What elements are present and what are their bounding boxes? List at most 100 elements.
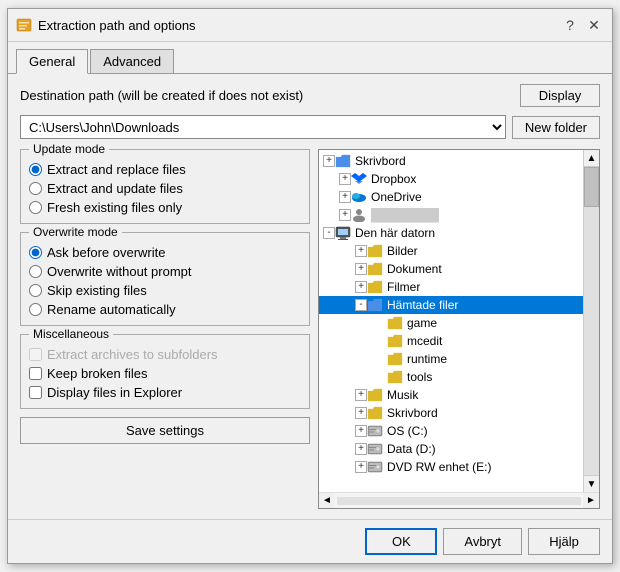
misc-subfolders: Extract archives to subfolders bbox=[29, 347, 301, 362]
overwrite-rename[interactable]: Rename automatically bbox=[29, 302, 301, 317]
tree-body: + Skrivbord+ Dropbox+ OneDrive+ ████████… bbox=[319, 150, 599, 492]
tree-item[interactable]: + Dropbox bbox=[319, 170, 583, 188]
update-fresh-only[interactable]: Fresh existing files only bbox=[29, 200, 301, 215]
dialog-footer: OK Avbryt Hjälp bbox=[8, 519, 612, 563]
tree-item[interactable]: tools bbox=[319, 368, 583, 386]
tab-advanced[interactable]: Advanced bbox=[90, 49, 174, 74]
folder-icon bbox=[387, 315, 403, 331]
help-button[interactable]: ? bbox=[560, 15, 580, 35]
tab-general[interactable]: General bbox=[16, 49, 88, 74]
scroll-up-button[interactable]: ▲ bbox=[584, 150, 600, 167]
expand-icon[interactable]: + bbox=[339, 191, 351, 203]
misc-title: Miscellaneous bbox=[29, 327, 113, 341]
expand-icon[interactable]: + bbox=[355, 407, 367, 419]
tree-item[interactable]: runtime bbox=[319, 350, 583, 368]
expand-icon[interactable]: + bbox=[339, 173, 351, 185]
left-panel: Update mode Extract and replace files Ex… bbox=[20, 149, 310, 509]
folder-icon bbox=[367, 405, 383, 421]
update-mode-group: Update mode Extract and replace files Ex… bbox=[20, 149, 310, 224]
update-mode-title: Update mode bbox=[29, 142, 109, 156]
main-content: Update mode Extract and replace files Ex… bbox=[20, 149, 600, 509]
new-folder-button[interactable]: New folder bbox=[512, 116, 600, 139]
tree-item[interactable]: + ████████ bbox=[319, 206, 583, 224]
misc-group: Miscellaneous Extract archives to subfol… bbox=[20, 334, 310, 409]
dest-path-select[interactable]: C:\Users\John\Downloads bbox=[20, 115, 506, 139]
drive-icon bbox=[367, 423, 383, 439]
title-bar: Extraction path and options ? ✕ bbox=[8, 9, 612, 42]
tree-item[interactable]: + Data (D:) bbox=[319, 440, 583, 458]
tree-item[interactable]: mcedit bbox=[319, 332, 583, 350]
tree-item-label: Filmer bbox=[387, 280, 420, 294]
tree-item[interactable]: + DVD RW enhet (E:) bbox=[319, 458, 583, 476]
dialog: Extraction path and options ? ✕ General … bbox=[7, 8, 613, 564]
cancel-button[interactable]: Avbryt bbox=[443, 528, 522, 555]
tree-item-label: game bbox=[407, 316, 437, 330]
dropbox-icon bbox=[351, 171, 367, 187]
tree-item[interactable]: + OS (C:) bbox=[319, 422, 583, 440]
save-settings-button[interactable]: Save settings bbox=[20, 417, 310, 444]
update-extract-replace[interactable]: Extract and replace files bbox=[29, 162, 301, 177]
scroll-down-button[interactable]: ▼ bbox=[584, 475, 600, 492]
app-icon bbox=[16, 17, 32, 33]
close-button[interactable]: ✕ bbox=[584, 15, 604, 35]
dest-label: Destination path (will be created if doe… bbox=[20, 88, 514, 103]
overwrite-ask[interactable]: Ask before overwrite bbox=[29, 245, 301, 260]
tree-item[interactable]: - Hämtade filer bbox=[319, 296, 583, 314]
tabs: General Advanced bbox=[8, 42, 612, 73]
help-footer-button[interactable]: Hjälp bbox=[528, 528, 600, 555]
expand-icon[interactable]: + bbox=[355, 461, 367, 473]
tree-item[interactable]: + Bilder bbox=[319, 242, 583, 260]
scroll-right-button[interactable]: ► bbox=[583, 493, 599, 509]
overwrite-skip[interactable]: Skip existing files bbox=[29, 283, 301, 298]
folder-blue-icon bbox=[367, 297, 383, 313]
overwrite-mode-options: Ask before overwrite Overwrite without p… bbox=[29, 245, 301, 317]
scrollbar-vertical[interactable]: ▲ ▼ bbox=[583, 150, 599, 492]
folder-icon bbox=[387, 333, 403, 349]
tree-item[interactable]: + Filmer bbox=[319, 278, 583, 296]
user-icon bbox=[351, 207, 367, 223]
expand-icon[interactable]: + bbox=[323, 155, 335, 167]
expand-icon[interactable]: - bbox=[323, 227, 335, 239]
folder-icon bbox=[367, 243, 383, 259]
tree-item[interactable]: + OneDrive bbox=[319, 188, 583, 206]
tree-item-label: Skrivbord bbox=[387, 406, 438, 420]
scrollbar-horizontal[interactable]: ◄ ► bbox=[319, 492, 599, 508]
tree-item[interactable]: + Dokument bbox=[319, 260, 583, 278]
tree-item-label: OneDrive bbox=[371, 190, 422, 204]
misc-options: Extract archives to subfolders Keep brok… bbox=[29, 347, 301, 400]
tree-item[interactable]: game bbox=[319, 314, 583, 332]
tree-item-label: DVD RW enhet (E:) bbox=[387, 460, 491, 474]
folder-music-icon bbox=[367, 387, 383, 403]
tree-item[interactable]: + Skrivbord bbox=[319, 152, 583, 170]
overwrite-without-prompt[interactable]: Overwrite without prompt bbox=[29, 264, 301, 279]
scroll-h-track[interactable] bbox=[337, 497, 581, 505]
expand-icon[interactable]: - bbox=[355, 299, 367, 311]
file-tree-panel: + Skrivbord+ Dropbox+ OneDrive+ ████████… bbox=[318, 149, 600, 509]
display-button[interactable]: Display bbox=[520, 84, 600, 107]
tree-container[interactable]: + Skrivbord+ Dropbox+ OneDrive+ ████████… bbox=[319, 150, 583, 492]
update-mode-options: Extract and replace files Extract and up… bbox=[29, 162, 301, 215]
scroll-left-button[interactable]: ◄ bbox=[319, 493, 335, 509]
expand-icon[interactable]: + bbox=[355, 263, 367, 275]
scroll-thumb[interactable] bbox=[584, 167, 599, 207]
tree-item[interactable]: + Skrivbord bbox=[319, 404, 583, 422]
tree-item-label: Bilder bbox=[387, 244, 418, 258]
expand-icon[interactable]: + bbox=[355, 425, 367, 437]
expand-icon[interactable]: + bbox=[355, 281, 367, 293]
ok-button[interactable]: OK bbox=[365, 528, 437, 555]
tree-item-label: Den här datorn bbox=[355, 226, 435, 240]
misc-display-explorer[interactable]: Display files in Explorer bbox=[29, 385, 301, 400]
misc-keep-broken[interactable]: Keep broken files bbox=[29, 366, 301, 381]
update-extract-update[interactable]: Extract and update files bbox=[29, 181, 301, 196]
expand-icon[interactable]: + bbox=[339, 209, 351, 221]
dialog-body: Destination path (will be created if doe… bbox=[8, 73, 612, 519]
scroll-track[interactable] bbox=[584, 167, 599, 475]
expand-icon[interactable]: + bbox=[355, 443, 367, 455]
tree-item[interactable]: + Musik bbox=[319, 386, 583, 404]
tree-item[interactable]: - Den här datorn bbox=[319, 224, 583, 242]
tree-item-label: Dropbox bbox=[371, 172, 416, 186]
expand-icon[interactable]: + bbox=[355, 389, 367, 401]
expand-icon[interactable]: + bbox=[355, 245, 367, 257]
tree-item-label: Dokument bbox=[387, 262, 442, 276]
tree-item-label: Skrivbord bbox=[355, 154, 406, 168]
